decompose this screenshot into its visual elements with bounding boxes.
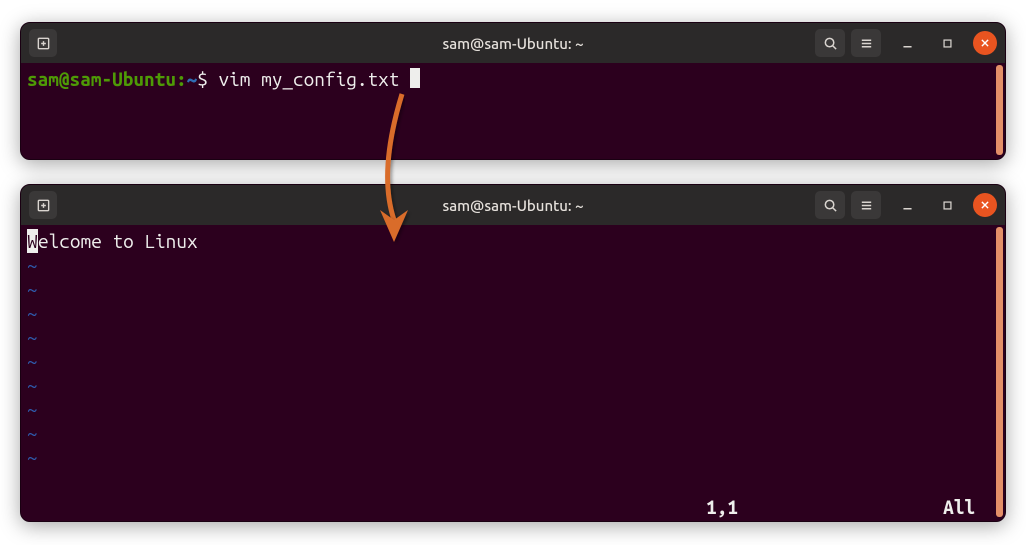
- titlebar-right-group: [815, 191, 997, 219]
- vim-tilde-line: ~: [27, 349, 999, 373]
- vim-scroll-indicator: All: [943, 495, 975, 519]
- search-icon: [823, 198, 838, 213]
- maximize-button[interactable]: [933, 29, 961, 57]
- scrollbar[interactable]: [996, 65, 1003, 155]
- titlebar: sam@sam-Ubuntu: ~: [21, 23, 1005, 63]
- close-button[interactable]: [973, 31, 997, 55]
- search-button[interactable]: [815, 29, 845, 57]
- minimize-button[interactable]: [893, 191, 921, 219]
- hamburger-icon: [859, 198, 874, 213]
- close-icon: [980, 38, 990, 48]
- vim-cursor-position: 1,1: [706, 495, 738, 519]
- vim-tilde-line: ~: [27, 277, 999, 301]
- cursor: [410, 68, 420, 88]
- vim-tilde-line: ~: [27, 325, 999, 349]
- titlebar-right-group: [815, 29, 997, 57]
- prompt-line: sam@sam-Ubuntu:~$ vim my_config.txt: [27, 68, 420, 90]
- vim-tilde-line: ~: [27, 445, 999, 469]
- close-button[interactable]: [973, 193, 997, 217]
- maximize-button[interactable]: [933, 191, 961, 219]
- minimize-icon: [901, 199, 914, 212]
- vim-tilde-line: ~: [27, 301, 999, 325]
- new-tab-button[interactable]: [29, 191, 57, 219]
- vim-body[interactable]: Welcome to Linux ~ ~ ~ ~ ~ ~ ~ ~ ~ 1,1 A…: [21, 225, 1005, 521]
- vim-tilde-line: ~: [27, 253, 999, 277]
- vim-tilde-line: ~: [27, 397, 999, 421]
- prompt-dollar: $: [197, 68, 208, 90]
- maximize-icon: [942, 200, 953, 211]
- prompt-colon: :: [176, 68, 187, 90]
- search-icon: [823, 36, 838, 51]
- menu-button[interactable]: [851, 29, 881, 57]
- prompt-path: ~: [187, 68, 198, 90]
- terminal-window-command: sam@sam-Ubuntu: ~ sam@sam-Ubuntu:~$ vim …: [20, 22, 1006, 160]
- prompt-user-host: sam@sam-Ubuntu: [27, 68, 176, 90]
- maximize-icon: [942, 38, 953, 49]
- vim-status-bar: 1,1 All: [20, 495, 993, 519]
- minimize-icon: [901, 37, 914, 50]
- vim-tilde-line: ~: [27, 421, 999, 445]
- scrollbar[interactable]: [996, 227, 1003, 517]
- vim-cursor: W: [27, 229, 38, 253]
- minimize-button[interactable]: [893, 29, 921, 57]
- terminal-body[interactable]: sam@sam-Ubuntu:~$ vim my_config.txt: [21, 63, 1005, 159]
- command-text: vim my_config.txt: [219, 68, 400, 90]
- hamburger-icon: [859, 36, 874, 51]
- new-tab-button[interactable]: [29, 29, 57, 57]
- terminal-window-vim: sam@sam-Ubuntu: ~ Welcome to Linux ~ ~ ~…: [20, 184, 1006, 522]
- menu-button[interactable]: [851, 191, 881, 219]
- close-icon: [980, 200, 990, 210]
- vim-content-line: Welcome to Linux: [27, 229, 999, 253]
- search-button[interactable]: [815, 191, 845, 219]
- vim-content-text: elcome to Linux: [38, 230, 198, 252]
- titlebar: sam@sam-Ubuntu: ~: [21, 185, 1005, 225]
- vim-tilde-line: ~: [27, 373, 999, 397]
